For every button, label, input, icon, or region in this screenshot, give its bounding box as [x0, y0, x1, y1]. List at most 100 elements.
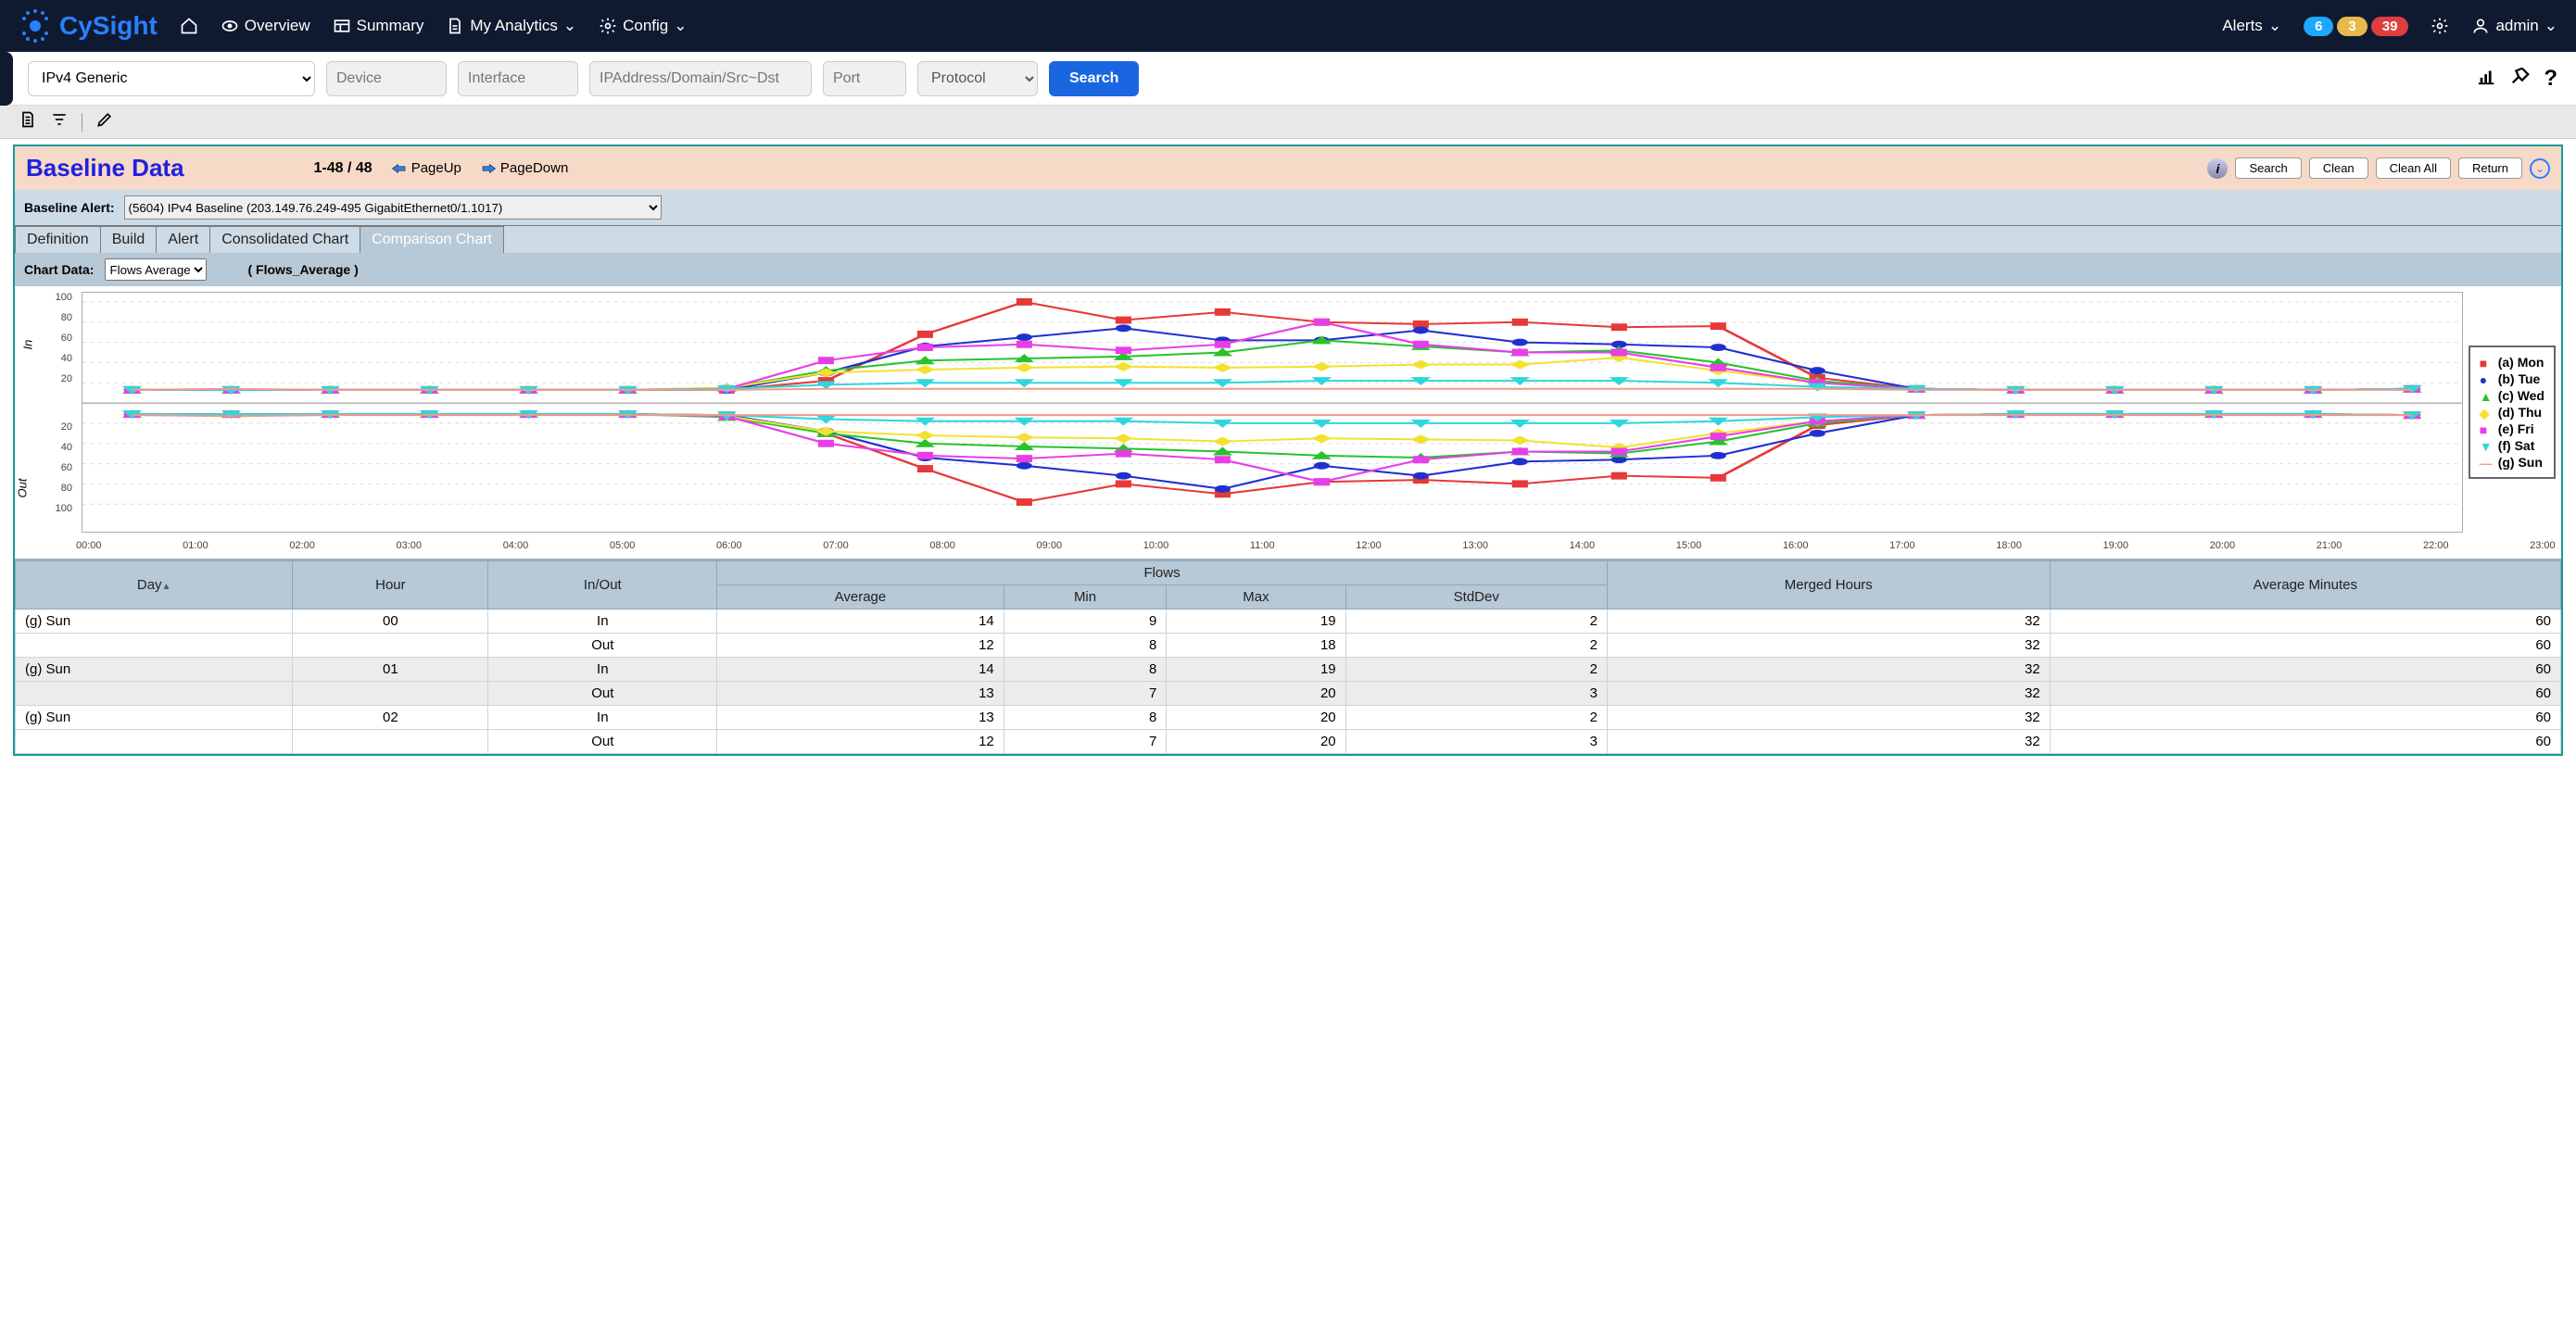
data-table-wrap: Day▲ Hour In/Out Flows Merged Hours Aver… — [15, 559, 2561, 754]
col-average[interactable]: Average — [717, 585, 1004, 609]
small-toolbar — [0, 106, 2576, 139]
filter-icon[interactable] — [50, 110, 69, 133]
col-hour[interactable]: Hour — [293, 561, 488, 609]
port-input[interactable] — [823, 61, 906, 96]
baseline-alert-select[interactable]: (5604) IPv4 Baseline (203.149.76.249-495… — [124, 195, 662, 220]
axis-label-in: In — [21, 340, 35, 350]
col-stddev[interactable]: StdDev — [1345, 585, 1607, 609]
table-row[interactable]: Out1281823260 — [16, 634, 2561, 658]
doc-icon — [446, 17, 464, 35]
chart-data-label: Chart Data: — [24, 262, 94, 277]
chevron-down-icon: ⌄ — [2268, 17, 2281, 35]
chart-x-axis: 00:0001:0002:0003:0004:0005:0006:0007:00… — [15, 538, 2561, 559]
user-icon — [2471, 17, 2490, 35]
table-row[interactable]: (g) Sun02In1382023260 — [16, 706, 2561, 730]
nav-overview[interactable]: Overview — [221, 17, 310, 35]
chart-caption: ( Flows_Average ) — [247, 262, 358, 277]
chart-data-select[interactable]: Flows Average — [105, 258, 207, 281]
legend-item[interactable]: ●(b) Tue — [2480, 371, 2544, 386]
legend-item[interactable]: ▲(c) Wed — [2480, 388, 2544, 403]
expand-toggle-icon[interactable]: ⌄ — [2530, 158, 2550, 179]
table-row[interactable]: (g) Sun00In1491923260 — [16, 609, 2561, 634]
protocol-select[interactable]: Protocol — [917, 61, 1038, 96]
nav-myanalytics[interactable]: My Analytics ⌄ — [446, 17, 576, 35]
chart-legend: ■(a) Mon●(b) Tue ▲(c) Wed ◆(d) Thu■(e) Fri… — [2469, 346, 2556, 479]
legend-item[interactable]: ▼(f) Sat — [2480, 438, 2544, 453]
return-button[interactable]: Return — [2458, 157, 2522, 179]
alert-badges: 6 3 39 — [2304, 17, 2408, 36]
edit-pencil-icon[interactable] — [95, 110, 114, 133]
alert-badge-crit[interactable]: 39 — [2371, 17, 2409, 36]
table-row[interactable]: Out1372033260 — [16, 682, 2561, 706]
device-input[interactable] — [326, 61, 447, 96]
chart-y-axis: In Out 100 80 60 40 20 20 40 60 80 100 — [20, 292, 76, 533]
eye-icon — [221, 17, 239, 35]
document-icon[interactable] — [19, 110, 37, 133]
clean-button[interactable]: Clean — [2309, 157, 2368, 179]
tab-strip: Definition Build Alert Consolidated Char… — [15, 225, 2561, 253]
col-day[interactable]: Day▲ — [16, 561, 293, 609]
brand-logo[interactable]: CySight — [19, 9, 158, 43]
home-icon[interactable] — [180, 17, 198, 35]
pager-text: 1-48 / 48 — [314, 160, 373, 177]
gear-icon — [599, 17, 617, 35]
pin-icon[interactable] — [2510, 66, 2531, 92]
user-menu[interactable]: admin ⌄ — [2471, 17, 2557, 35]
left-edge-tab[interactable] — [0, 52, 13, 106]
arrow-right-icon — [480, 162, 497, 175]
chart-container: In Out 100 80 60 40 20 20 40 60 80 100 ■… — [15, 286, 2561, 538]
chevron-down-icon: ⌄ — [563, 17, 576, 35]
nav-summary[interactable]: Summary — [333, 17, 424, 35]
col-flows-group: Flows — [717, 561, 1608, 585]
baseline-alert-row: Baseline Alert: (5604) IPv4 Baseline (20… — [15, 190, 2561, 225]
col-inout[interactable]: In/Out — [488, 561, 717, 609]
table-row[interactable]: (g) Sun01In1481923260 — [16, 658, 2561, 682]
brand-text: CySight — [59, 11, 158, 41]
settings-gear-icon[interactable] — [2431, 17, 2449, 35]
info-icon[interactable]: i — [2207, 158, 2228, 179]
pageup-link[interactable]: PageUp — [391, 160, 461, 176]
bars-icon[interactable] — [2477, 66, 2497, 92]
logo-icon — [19, 9, 52, 43]
chart-plot-area[interactable] — [82, 292, 2463, 533]
alert-badge-warn[interactable]: 3 — [2337, 17, 2367, 36]
interface-input[interactable] — [458, 61, 578, 96]
baseline-alert-label: Baseline Alert: — [24, 200, 115, 215]
cleanall-button[interactable]: Clean All — [2376, 157, 2451, 179]
legend-item[interactable]: ■(a) Mon — [2480, 355, 2544, 370]
alert-badge-info[interactable]: 6 — [2304, 17, 2333, 36]
main-content-frame: Baseline Data 1-48 / 48 PageUp PageDown … — [13, 145, 2563, 756]
legend-item[interactable]: ■(e) Fri — [2480, 421, 2544, 436]
tab-consolidated-chart[interactable]: Consolidated Chart — [209, 226, 360, 253]
header-search-button[interactable]: Search — [2235, 157, 2301, 179]
legend-item[interactable]: ◆(d) Thu — [2480, 405, 2544, 420]
tab-alert[interactable]: Alert — [156, 226, 210, 253]
page-title: Baseline Data — [26, 154, 184, 182]
ipaddress-input[interactable] — [589, 61, 812, 96]
col-min[interactable]: Min — [1004, 585, 1167, 609]
col-merged-hours[interactable]: Merged Hours — [1607, 561, 2050, 609]
nav-config[interactable]: Config ⌄ — [599, 17, 687, 35]
tab-build[interactable]: Build — [100, 226, 158, 253]
legend-item[interactable]: —(g) Sun — [2480, 455, 2544, 470]
top-navbar: CySight Overview Summary My Analytics ⌄ … — [0, 0, 2576, 52]
template-select[interactable]: IPv4 Generic — [28, 61, 315, 96]
grid-icon — [333, 17, 351, 35]
page-header: Baseline Data 1-48 / 48 PageUp PageDown … — [15, 146, 2561, 190]
alerts-dropdown[interactable]: Alerts ⌄ — [2222, 17, 2281, 35]
help-icon[interactable]: ? — [2544, 66, 2557, 92]
search-button[interactable]: Search — [1049, 61, 1139, 96]
axis-label-out: Out — [16, 479, 30, 498]
col-max[interactable]: Max — [1167, 585, 1345, 609]
arrow-left-icon — [391, 162, 408, 175]
baseline-data-table: Day▲ Hour In/Out Flows Merged Hours Aver… — [15, 560, 2561, 754]
chart-data-row: Chart Data: Flows Average ( Flows_Averag… — [15, 253, 2561, 286]
search-bar: IPv4 Generic Protocol Search ? — [9, 52, 2576, 106]
chevron-down-icon: ⌄ — [674, 17, 687, 35]
chevron-down-icon: ⌄ — [2544, 17, 2557, 35]
col-avg-minutes[interactable]: Average Minutes — [2050, 561, 2560, 609]
tab-comparison-chart[interactable]: Comparison Chart — [360, 226, 504, 253]
tab-definition[interactable]: Definition — [15, 226, 101, 253]
table-row[interactable]: Out1272033260 — [16, 730, 2561, 754]
pagedown-link[interactable]: PageDown — [480, 160, 568, 176]
